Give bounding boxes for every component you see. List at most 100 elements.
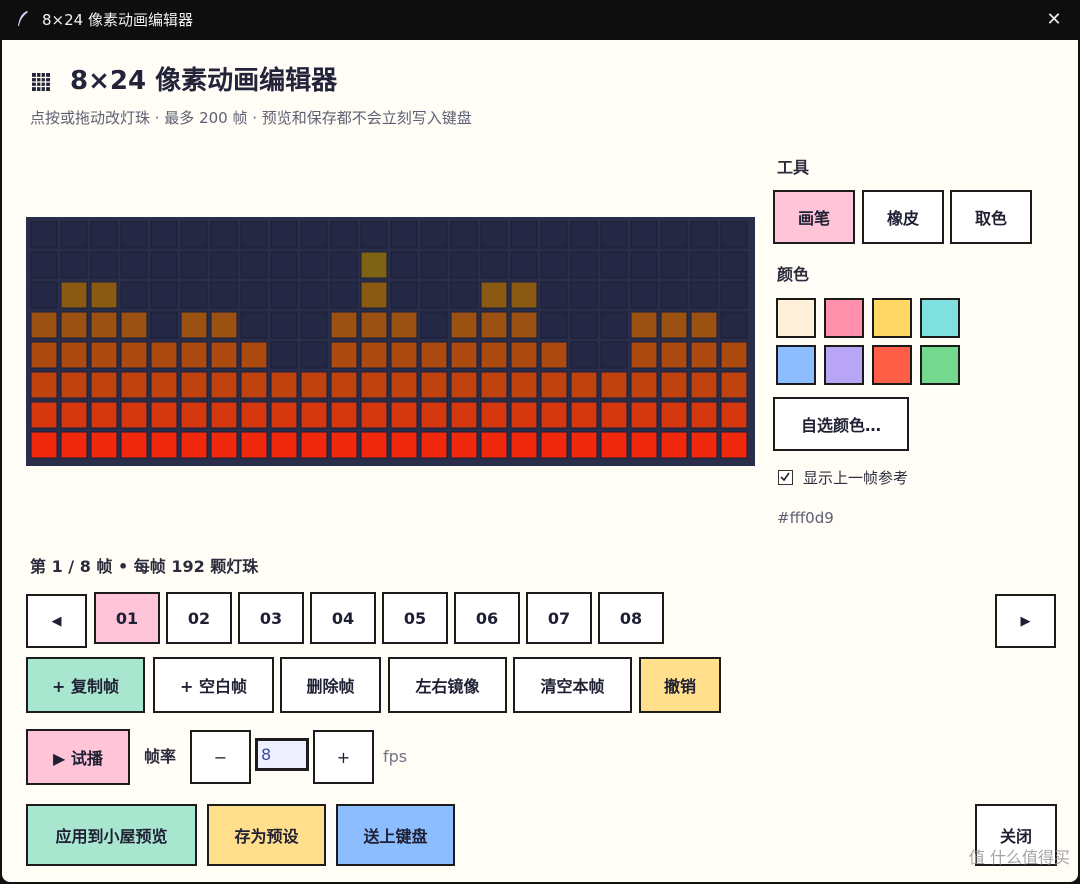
led-cell[interactable]: [60, 431, 88, 459]
led-cell[interactable]: [360, 281, 388, 309]
led-cell[interactable]: [120, 371, 148, 399]
led-cell[interactable]: [270, 431, 298, 459]
led-cell[interactable]: [600, 311, 628, 339]
tool-eraser-button[interactable]: 橡皮: [862, 190, 944, 244]
led-cell[interactable]: [390, 341, 418, 369]
delete-frame-button[interactable]: 删除帧: [280, 657, 381, 713]
led-cell[interactable]: [180, 431, 208, 459]
led-cell[interactable]: [240, 251, 268, 279]
color-swatch-cyan[interactable]: [920, 298, 960, 338]
led-cell[interactable]: [630, 341, 658, 369]
led-cell[interactable]: [510, 221, 538, 249]
frame-tab-05[interactable]: 05: [382, 592, 448, 644]
color-swatch-lavender[interactable]: [824, 345, 864, 385]
led-cell[interactable]: [210, 281, 238, 309]
led-cell[interactable]: [630, 281, 658, 309]
led-cell[interactable]: [540, 371, 568, 399]
led-cell[interactable]: [30, 341, 58, 369]
led-cell[interactable]: [60, 251, 88, 279]
led-cell[interactable]: [90, 431, 118, 459]
frame-tab-02[interactable]: 02: [166, 592, 232, 644]
led-cell[interactable]: [690, 281, 718, 309]
led-cell[interactable]: [600, 371, 628, 399]
led-cell[interactable]: [120, 281, 148, 309]
led-cell[interactable]: [120, 251, 148, 279]
led-cell[interactable]: [720, 311, 748, 339]
color-swatch-red[interactable]: [872, 345, 912, 385]
led-cell[interactable]: [390, 311, 418, 339]
led-cell[interactable]: [60, 221, 88, 249]
frame-tab-03[interactable]: 03: [238, 592, 304, 644]
led-cell[interactable]: [300, 221, 328, 249]
led-cell[interactable]: [150, 371, 178, 399]
led-cell[interactable]: [270, 401, 298, 429]
led-cell[interactable]: [660, 281, 688, 309]
led-cell[interactable]: [510, 281, 538, 309]
led-cell[interactable]: [690, 431, 718, 459]
led-cell[interactable]: [570, 221, 598, 249]
led-cell[interactable]: [210, 311, 238, 339]
led-cell[interactable]: [210, 371, 238, 399]
led-cell[interactable]: [450, 251, 478, 279]
led-cell[interactable]: [180, 311, 208, 339]
frame-tab-04[interactable]: 04: [310, 592, 376, 644]
fps-input[interactable]: [255, 738, 309, 771]
led-cell[interactable]: [240, 401, 268, 429]
led-cell[interactable]: [600, 251, 628, 279]
led-cell[interactable]: [240, 371, 268, 399]
led-cell[interactable]: [210, 401, 238, 429]
led-cell[interactable]: [480, 311, 508, 339]
led-cell[interactable]: [450, 371, 478, 399]
led-cell[interactable]: [420, 251, 448, 279]
led-cell[interactable]: [600, 281, 628, 309]
led-cell[interactable]: [240, 431, 268, 459]
led-cell[interactable]: [330, 371, 358, 399]
frame-tab-06[interactable]: 06: [454, 592, 520, 644]
led-cell[interactable]: [570, 431, 598, 459]
led-cell[interactable]: [300, 341, 328, 369]
led-cell[interactable]: [540, 431, 568, 459]
led-cell[interactable]: [420, 341, 448, 369]
led-cell[interactable]: [330, 251, 358, 279]
led-cell[interactable]: [630, 371, 658, 399]
led-cell[interactable]: [300, 311, 328, 339]
led-cell[interactable]: [30, 401, 58, 429]
led-cell[interactable]: [60, 371, 88, 399]
led-cell[interactable]: [660, 371, 688, 399]
led-cell[interactable]: [450, 221, 478, 249]
led-cell[interactable]: [150, 401, 178, 429]
led-cell[interactable]: [270, 311, 298, 339]
led-cell[interactable]: [540, 401, 568, 429]
led-cell[interactable]: [570, 281, 598, 309]
led-cell[interactable]: [120, 311, 148, 339]
led-cell[interactable]: [150, 221, 178, 249]
led-cell[interactable]: [690, 401, 718, 429]
led-cell[interactable]: [60, 311, 88, 339]
led-cell[interactable]: [360, 371, 388, 399]
led-cell[interactable]: [540, 341, 568, 369]
led-cell[interactable]: [150, 431, 178, 459]
led-cell[interactable]: [450, 311, 478, 339]
led-cell[interactable]: [240, 281, 268, 309]
led-cell[interactable]: [660, 221, 688, 249]
led-cell[interactable]: [480, 401, 508, 429]
led-cell[interactable]: [600, 431, 628, 459]
led-cell[interactable]: [30, 311, 58, 339]
led-cell[interactable]: [390, 431, 418, 459]
blank-frame-button[interactable]: + 空白帧: [153, 657, 274, 713]
led-cell[interactable]: [270, 281, 298, 309]
led-cell[interactable]: [570, 251, 598, 279]
led-cell[interactable]: [630, 401, 658, 429]
led-cell[interactable]: [30, 431, 58, 459]
led-cell[interactable]: [630, 431, 658, 459]
led-cell[interactable]: [270, 251, 298, 279]
led-cell[interactable]: [720, 221, 748, 249]
led-cell[interactable]: [90, 281, 118, 309]
led-cell[interactable]: [720, 341, 748, 369]
send-to-keyboard-button[interactable]: 送上键盘: [336, 804, 455, 866]
led-cell[interactable]: [30, 371, 58, 399]
led-cell[interactable]: [480, 431, 508, 459]
led-cell[interactable]: [540, 311, 568, 339]
led-cell[interactable]: [420, 281, 448, 309]
led-cell[interactable]: [510, 311, 538, 339]
